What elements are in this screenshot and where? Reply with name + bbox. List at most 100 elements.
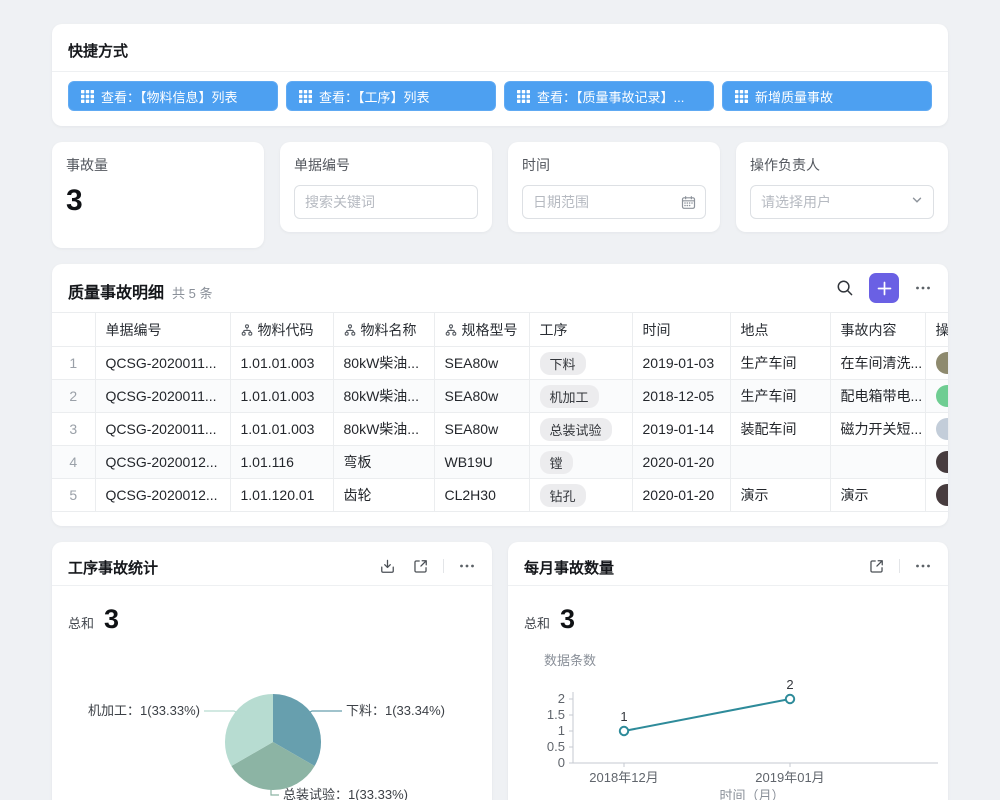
- table-cell: 装配车间: [730, 413, 830, 446]
- table-record-count: 共 5 条: [172, 286, 212, 301]
- pie-chart[interactable]: 下料：1(33.34%)总装试验：1(33.33%)机加工：1(33.33%): [52, 542, 492, 800]
- table-cell: 1.01.01.003: [230, 380, 333, 413]
- table-cell: QCSG-2020012...: [95, 479, 230, 512]
- process-tag: 钻孔: [540, 484, 586, 507]
- table-row[interactable]: 2QCSG-2020011...1.01.01.00380kW柴油...SEA8…: [52, 380, 948, 413]
- doc-number-search-field: [294, 185, 478, 219]
- column-header[interactable]: 工序: [529, 313, 632, 347]
- doc-number-filter-card: 单据编号: [280, 142, 492, 232]
- download-button[interactable]: [377, 556, 398, 577]
- shortcuts-card: 快捷方式 查看：【物料信息】列表 查看：【工序】列表 查看：【质量事故记录】..…: [52, 24, 948, 126]
- add-record-button[interactable]: [869, 273, 899, 303]
- table-cell: 80kW柴油...: [333, 347, 434, 380]
- search-icon: [836, 279, 854, 297]
- doc-number-label: 单据编号: [294, 155, 478, 175]
- expand-button[interactable]: [866, 556, 887, 577]
- column-header[interactable]: 规格型号: [434, 313, 529, 347]
- column-header[interactable]: 物料名称: [333, 313, 434, 347]
- column-header-label: 物料名称: [361, 322, 417, 338]
- table-row[interactable]: 3QCSG-2020011...1.01.01.00380kW柴油...SEA8…: [52, 413, 948, 446]
- line-chart-title: 每月事故数量: [524, 557, 614, 578]
- table-row[interactable]: 5QCSG-2020012...1.01.120.01齿轮CL2H30钻孔202…: [52, 479, 948, 512]
- expand-button[interactable]: [410, 556, 431, 577]
- table-cell: SEA80w: [434, 380, 529, 413]
- view-material-info-list-button[interactable]: 查看：【物料信息】列表: [68, 81, 278, 111]
- process-incident-stats-card: 工序事故统计 总和 3 下料：1(33.34%)总装试验：1(33.33%)机加…: [52, 542, 492, 800]
- grid-icon: [735, 90, 748, 103]
- table-row[interactable]: 1QCSG-2020011...1.01.01.00380kW柴油...SEA8…: [52, 347, 948, 380]
- data-point-label: 1: [620, 709, 627, 724]
- column-header[interactable]: 地点: [730, 313, 830, 347]
- view-quality-incident-records-button[interactable]: 查看：【质量事故记录】...: [504, 81, 714, 111]
- table-cell: 演示: [830, 479, 925, 512]
- table-cell: QCSG-2020011...: [95, 347, 230, 380]
- table-cell: 生产车间: [730, 380, 830, 413]
- column-header[interactable]: 操作负责人: [925, 313, 948, 347]
- column-header-label: 物料代码: [258, 322, 314, 338]
- table-cell: 配电箱带电...: [830, 380, 925, 413]
- shortcut-button-label: 新增质量事故: [755, 87, 833, 106]
- column-header-label: 工序: [540, 322, 568, 338]
- shortcuts-title: 快捷方式: [68, 40, 128, 61]
- download-icon: [379, 558, 396, 575]
- date-range-input[interactable]: [533, 194, 695, 210]
- table-cell: 1.01.120.01: [230, 479, 333, 512]
- line-chart[interactable]: 00.511.522018年12月2019年01月12时间（月）: [508, 542, 948, 800]
- column-header[interactable]: 事故内容: [830, 313, 925, 347]
- column-header[interactable]: 物料代码: [230, 313, 333, 347]
- column-header-label: 单据编号: [106, 322, 162, 338]
- table-cell: [925, 413, 948, 446]
- line-chart-x-axis-title: 时间（月）: [719, 788, 784, 800]
- table-cell: 80kW柴油...: [333, 380, 434, 413]
- table-cell: 磁力开关短...: [830, 413, 925, 446]
- table-cell: [830, 446, 925, 479]
- process-tag: 镗: [540, 451, 573, 474]
- time-label: 时间: [522, 155, 706, 175]
- doc-number-search-input[interactable]: [305, 194, 467, 210]
- avatar: [936, 352, 949, 374]
- calendar-icon[interactable]: [681, 195, 696, 215]
- table-cell: 生产车间: [730, 347, 830, 380]
- avatar: [936, 418, 949, 440]
- quality-incident-table-card: 质量事故明细共 5 条 单据编号 物料代码 物料名称 规格型号 工序 时间地点事故内容操作…: [52, 264, 948, 526]
- column-header-label: 操作负责人: [936, 322, 949, 338]
- shortcut-button-label: 查看：【质量事故记录】...: [537, 87, 684, 106]
- operator-select[interactable]: 请选择用户: [750, 185, 934, 219]
- pie-more-menu-button[interactable]: [456, 555, 478, 577]
- search-button[interactable]: [834, 277, 856, 299]
- expand-icon: [868, 558, 885, 575]
- table-cell: [925, 347, 948, 380]
- pie-slice-label: 机加工：1(33.33%): [88, 703, 200, 718]
- y-tick-label: 1.5: [547, 707, 565, 722]
- incident-count-value: 3: [66, 184, 250, 218]
- column-header[interactable]: 单据编号: [95, 313, 230, 347]
- view-process-list-button[interactable]: 查看：【工序】列表: [286, 81, 496, 111]
- shortcut-button-label: 查看：【工序】列表: [319, 87, 430, 106]
- column-header-label: 规格型号: [462, 322, 518, 338]
- line-total: 总和 3: [524, 604, 575, 635]
- table-cell: QCSG-2020011...: [95, 380, 230, 413]
- table-cell: 在车间清洗...: [830, 347, 925, 380]
- table-cell: QCSG-2020012...: [95, 446, 230, 479]
- table-cell: WB19U: [434, 446, 529, 479]
- table-cell: SEA80w: [434, 413, 529, 446]
- grid-icon: [299, 90, 312, 103]
- row-index: 2: [52, 380, 95, 413]
- table-cell: 齿轮: [333, 479, 434, 512]
- date-range-field: [522, 185, 706, 219]
- data-point[interactable]: [786, 695, 794, 703]
- avatar: [936, 451, 949, 473]
- line-more-menu-button[interactable]: [912, 555, 934, 577]
- avatar: [936, 484, 949, 506]
- add-quality-incident-button[interactable]: 新增质量事故: [722, 81, 932, 111]
- table-row[interactable]: 4QCSG-2020012...1.01.116弯板WB19U镗2020-01-…: [52, 446, 948, 479]
- table-more-menu-button[interactable]: [912, 277, 934, 299]
- process-tag: 机加工: [540, 385, 599, 408]
- divider: [443, 559, 444, 573]
- table-cell: 1.01.01.003: [230, 347, 333, 380]
- data-point[interactable]: [620, 727, 628, 735]
- table-title: 质量事故明细共 5 条: [68, 279, 212, 303]
- column-header[interactable]: 时间: [632, 313, 730, 347]
- pie-chart-title: 工序事故统计: [68, 557, 158, 578]
- pie-slice-label: 总装试验：1(33.33%): [283, 787, 408, 800]
